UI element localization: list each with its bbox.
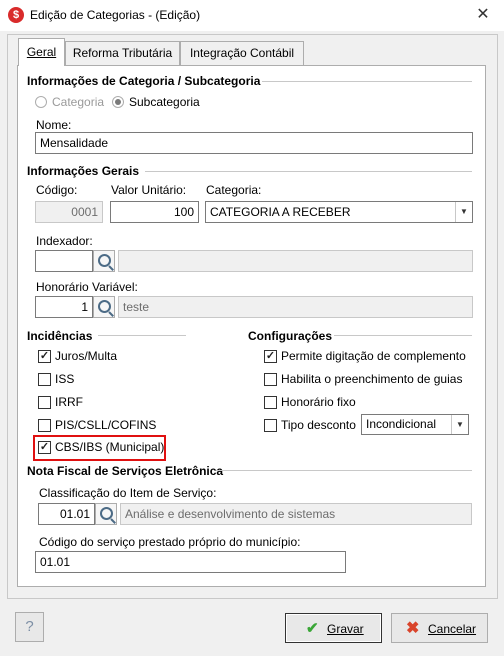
checkbox-tipo-desconto-label: Tipo desconto [281,418,356,432]
valor-unitario-label: Valor Unitário: [111,183,187,197]
chevron-down-icon[interactable]: ▼ [451,415,468,434]
codigo-servico-input[interactable]: 01.01 [35,551,346,573]
tab-geral[interactable]: Geral [18,38,65,66]
honorario-label: Honorário Variável: [36,280,138,294]
checkbox-cbs-ibs-municipal-label: CBS/IBS (Municipal) [55,440,165,454]
divider [262,81,472,82]
checkbox-pis-csll-cofins-label: PIS/CSLL/COFINS [55,418,157,432]
checkbox-permite-complemento-label: Permite digitação de complemento [281,349,466,363]
honorario-description: teste [118,296,473,318]
cancelar-button[interactable]: ✖ Cancelar [391,613,488,643]
app-icon: $ [8,7,24,23]
checkbox-honorario-fixo[interactable] [264,396,277,409]
gravar-button-label: Gravar [327,622,364,636]
valor-unitario-input[interactable]: 100 [110,201,199,223]
tab-integracao-contabil[interactable]: Integração Contábil [180,41,304,65]
categoria-select[interactable]: CATEGORIA A RECEBER ▼ [205,201,473,223]
divider [216,470,472,471]
codigo-servico-label: Código do serviço prestado próprio do mu… [39,535,301,549]
search-icon [98,254,111,267]
checkbox-irrf-label: IRRF [55,395,83,409]
section-cat-info-heading: Informações de Categoria / Subcategoria [27,74,261,88]
footer-divider [7,598,496,599]
divider [334,335,472,336]
classificacao-label: Classificação do Item de Serviço: [39,486,217,500]
section-nfse-heading: Nota Fiscal de Serviços Eletrônica [27,464,224,478]
radio-subcategoria-label: Subcategoria [129,95,200,109]
indexador-search-button[interactable] [93,250,115,272]
honorario-input[interactable]: 1 [35,296,93,318]
indexador-label: Indexador: [36,234,93,248]
tab-reforma-tributaria[interactable]: Reforma Tributária [65,41,180,65]
checkmark-icon: ✔ [306,620,319,637]
radio-categoria[interactable] [35,96,47,108]
divider [98,335,186,336]
help-button[interactable]: ? [15,612,44,642]
section-general-heading: Informações Gerais [27,164,140,178]
search-icon [98,300,111,313]
section-configuracoes-heading: Configurações [248,329,333,343]
tipo-desconto-select[interactable]: Incondicional ▼ [361,414,469,435]
cancel-x-icon: ✖ [406,620,420,637]
checkbox-iss-label: ISS [55,372,75,386]
nome-label: Nome: [36,118,72,132]
classificacao-code-input[interactable]: 01.01 [38,503,95,525]
section-incidencias-heading: Incidências [27,329,93,343]
close-icon[interactable]: ✕ [472,6,494,24]
checkbox-permite-complemento[interactable] [264,350,277,363]
codigo-label: Código: [36,183,78,197]
checkbox-juros-multa[interactable] [38,350,51,363]
codigo-input[interactable]: 0001 [35,201,103,223]
radio-categoria-label: Categoria [52,95,105,109]
categoria-label: Categoria: [206,183,262,197]
checkbox-irrf[interactable] [38,396,51,409]
classificacao-description: Análise e desenvolvimento de sistemas [120,503,472,525]
indexador-input[interactable] [35,250,93,272]
divider [145,171,472,172]
checkbox-pis-csll-cofins[interactable] [38,419,51,432]
gravar-button[interactable]: ✔ Gravar [285,613,382,643]
title-bar: $ Edição de Categorias - (Edição) ✕ [0,0,504,31]
checkbox-iss[interactable] [38,373,51,386]
search-icon [100,507,113,520]
help-icon: ? [25,618,34,635]
classificacao-search-button[interactable] [95,503,117,525]
cancelar-button-label: Cancelar [428,622,477,636]
indexador-description [118,250,473,272]
honorario-search-button[interactable] [93,296,115,318]
categoria-select-value: CATEGORIA A RECEBER [210,205,351,219]
checkbox-habilita-guias[interactable] [264,373,277,386]
radio-subcategoria[interactable] [112,96,124,108]
checkbox-juros-multa-label: Juros/Multa [55,349,118,363]
window-title: Edição de Categorias - (Edição) [30,8,201,22]
nome-input[interactable]: Mensalidade [35,132,473,154]
tipo-desconto-value: Incondicional [366,417,437,431]
checkbox-cbs-ibs-municipal[interactable] [38,441,51,454]
checkbox-tipo-desconto[interactable] [264,419,277,432]
checkbox-habilita-guias-label: Habilita o preenchimento de guias [281,372,463,386]
checkbox-honorario-fixo-label: Honorário fixo [281,395,356,409]
chevron-down-icon[interactable]: ▼ [455,202,472,222]
